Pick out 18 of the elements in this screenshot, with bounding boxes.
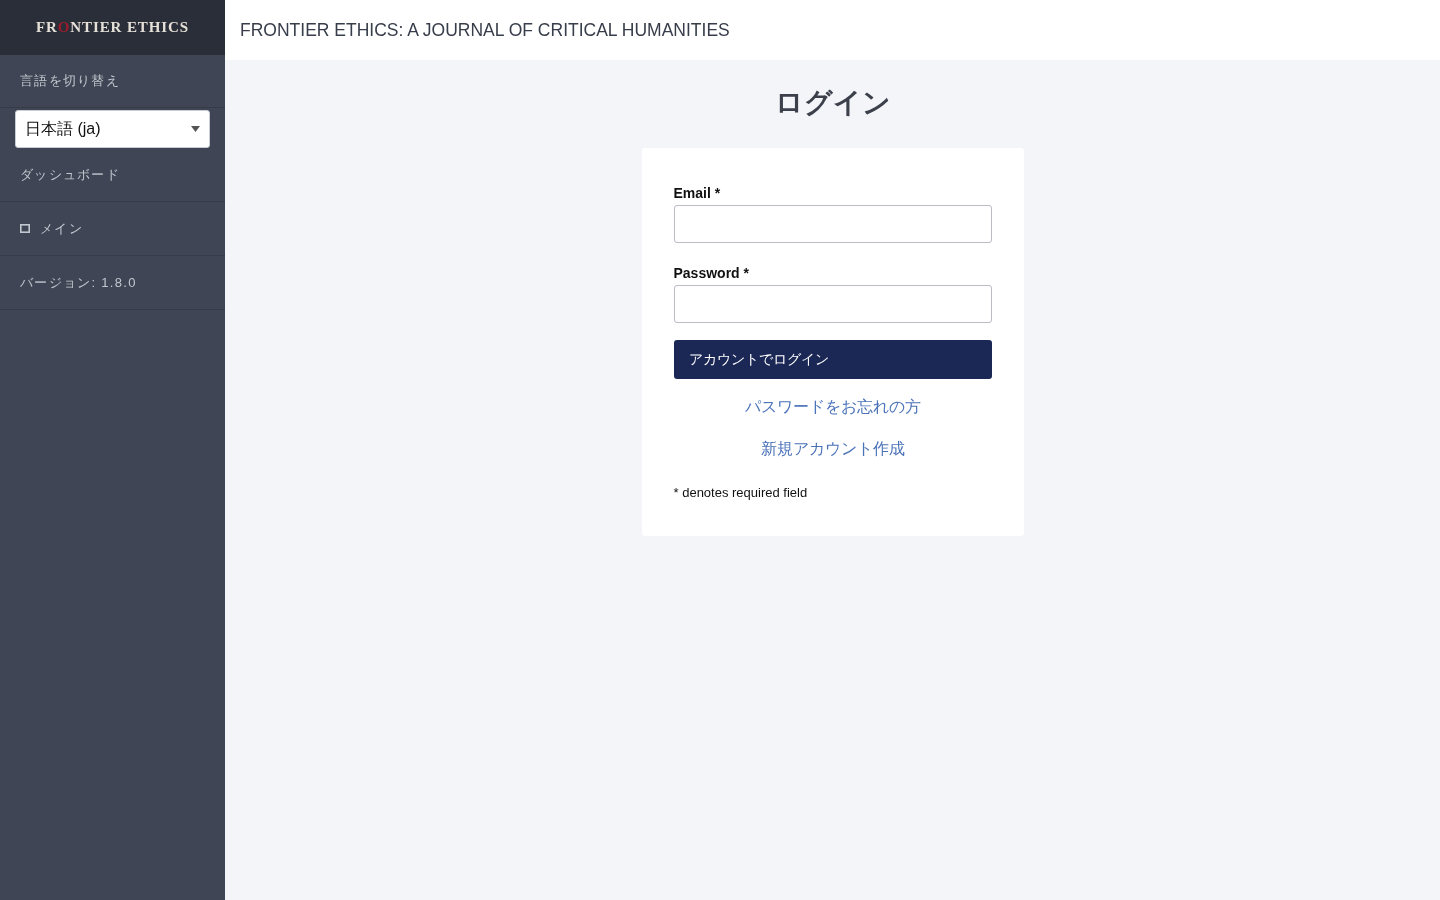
page-heading: ログイン <box>774 86 891 120</box>
journal-title: FRONTIER ETHICS: A JOURNAL OF CRITICAL HUMANITIES <box>240 18 730 42</box>
version-text: バージョン: 1.8.0 <box>20 273 137 292</box>
field-label: Password * <box>673 264 750 283</box>
sidebar-link[interactable]: ダッシュボード <box>20 164 121 185</box>
language-heading: 言語を切り替え <box>20 72 121 91</box>
caret-icon <box>191 126 200 132</box>
login-button[interactable]: アカウントでログイン <box>673 340 992 379</box>
journal-logo[interactable]: FRONTIER ETHICS <box>35 16 190 39</box>
sidebar-link[interactable]: メイン <box>20 218 83 239</box>
input-field[interactable] <box>673 285 992 323</box>
text-link[interactable]: 新規アカウント作成 <box>760 437 905 461</box>
language-select[interactable]: 日本語 (ja) <box>15 110 210 148</box>
required-note: * denotes required field <box>673 484 809 502</box>
field-label: Email * <box>673 184 722 203</box>
input-field[interactable] <box>673 205 992 243</box>
text-link[interactable]: パスワードをお忘れの方 <box>744 395 921 419</box>
square-icon <box>20 224 30 233</box>
